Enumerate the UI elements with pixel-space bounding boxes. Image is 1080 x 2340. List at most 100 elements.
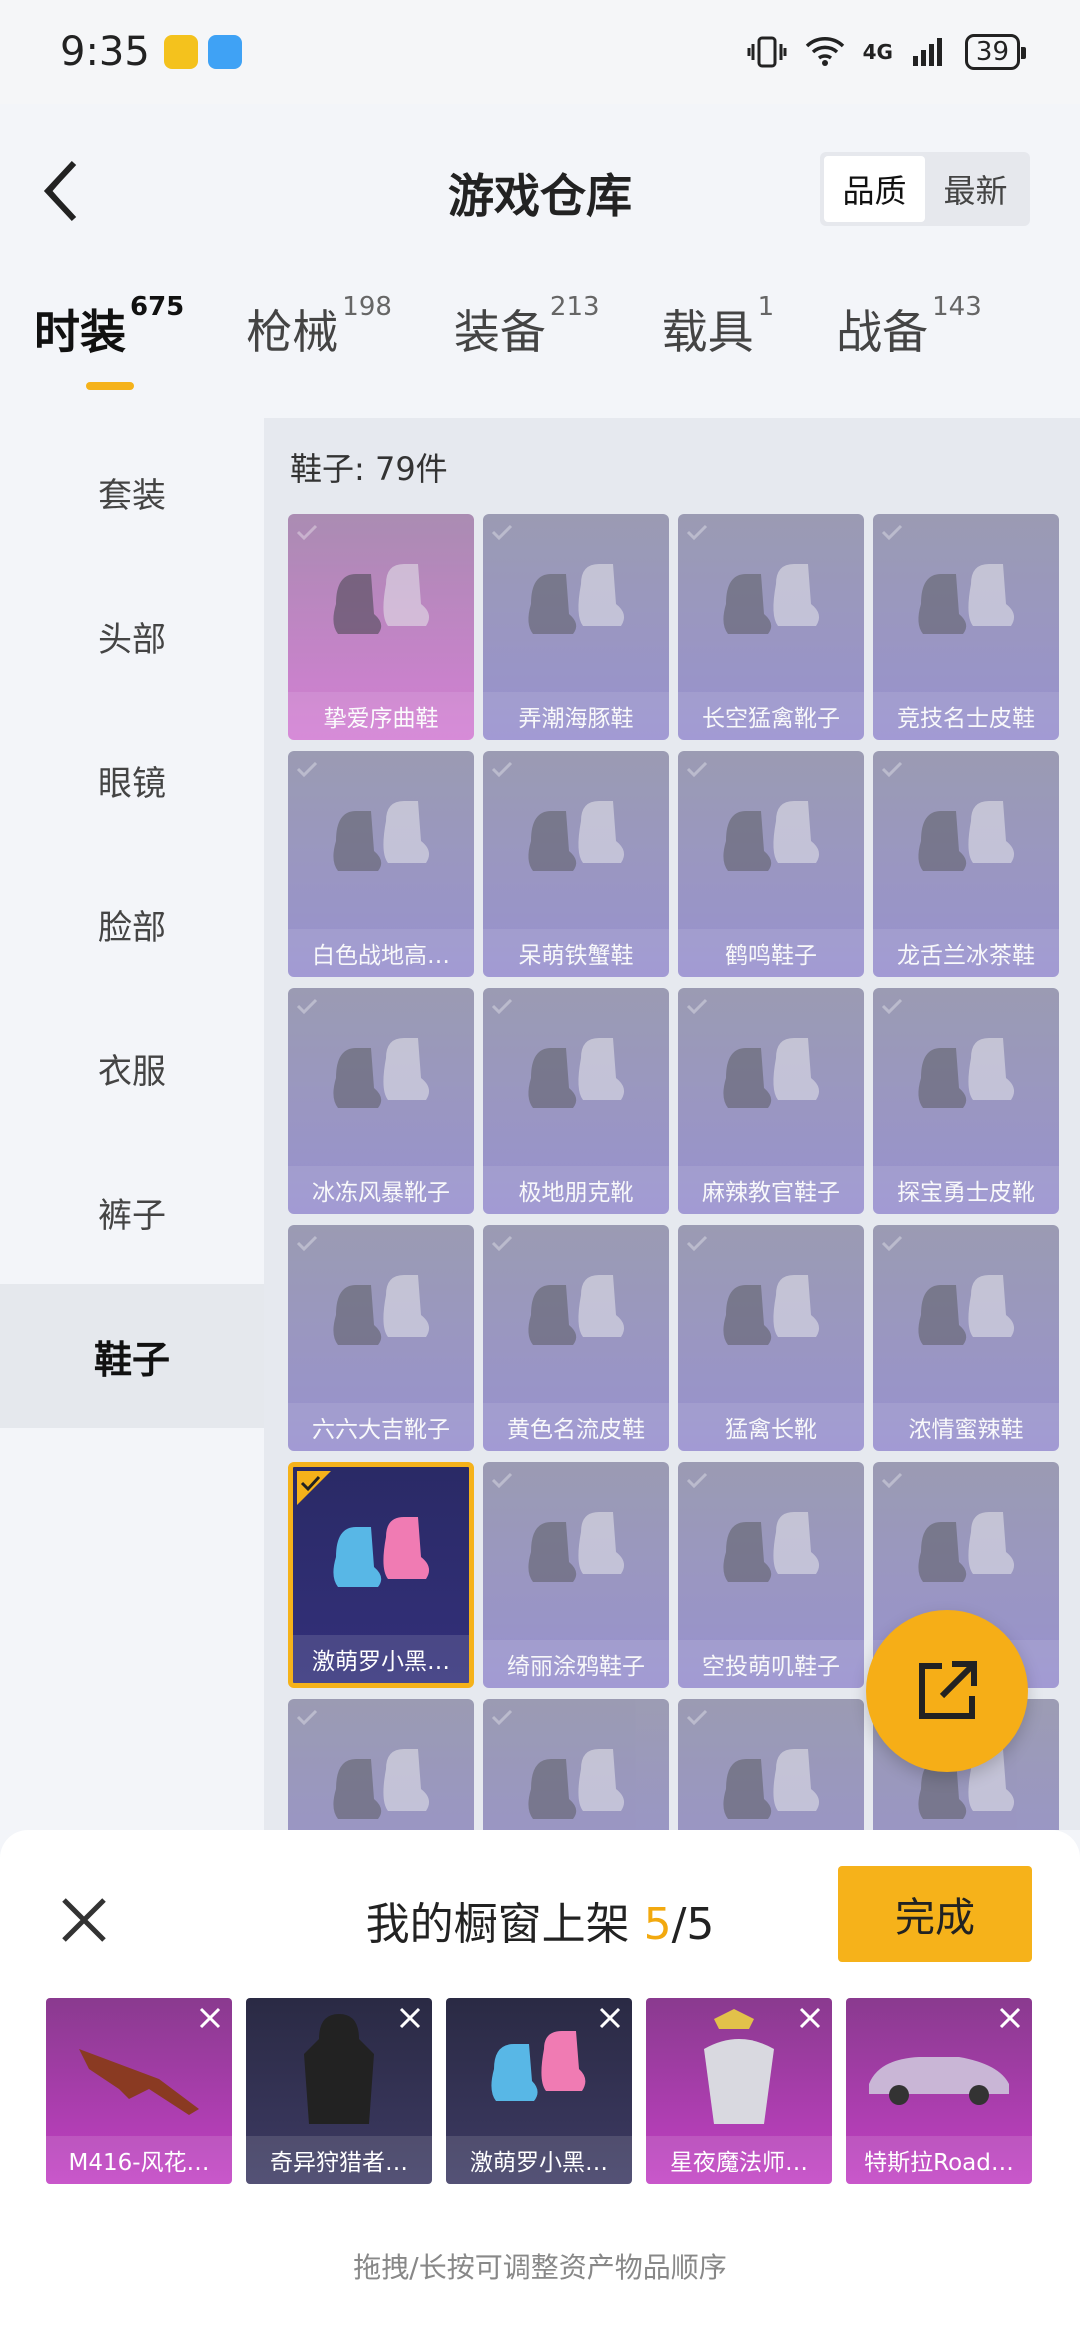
item-card[interactable]: 极地朋克靴 (483, 988, 669, 1214)
item-card[interactable]: 麻辣教官鞋子 (678, 988, 864, 1214)
shoe-icon (873, 1482, 1059, 1632)
item-card[interactable]: 激萌罗小黑… (288, 1462, 474, 1688)
item-name: 绮丽涂鸦鞋子 (483, 1640, 669, 1688)
sub-item-pants[interactable]: 裤子 (0, 1140, 264, 1284)
showcase-item-name: 奇异狩猎者… (246, 2136, 432, 2184)
sub-item-clothes[interactable]: 衣服 (0, 996, 264, 1140)
item-name: 黄色名流皮鞋 (483, 1403, 669, 1451)
status-time: 9:35 (60, 29, 150, 75)
shoe-icon (483, 771, 669, 921)
sub-item-face[interactable]: 脸部 (0, 852, 264, 996)
item-name: 猛禽长靴 (678, 1403, 864, 1451)
item-name: 白色战地高… (288, 929, 474, 977)
tab-count: 143 (932, 292, 982, 322)
item-name: 鹤鸣鞋子 (678, 929, 864, 977)
status-bar: 9:35 4G 39 (0, 0, 1080, 104)
notification-app-icon (163, 35, 198, 69)
sub-item-head[interactable]: 头部 (0, 564, 264, 708)
showcase-sheet: 我的橱窗上架 5/5 完成 M416-风花… 奇异狩猎者… 激萌罗小黑… 星夜魔法师…… (0, 1830, 1080, 2340)
tab-count: 1 (757, 292, 775, 322)
shoe-icon (483, 1719, 669, 1830)
item-card[interactable]: 长空猛禽靴子 (678, 514, 864, 740)
item-name: 长空猛禽靴子 (678, 692, 864, 740)
item-name: 极地朋克靴 (483, 1166, 669, 1214)
shoe-icon (483, 1482, 669, 1632)
tab-combat-supplies[interactable]: 战备 143 (836, 292, 982, 396)
notification-app-icon-2 (207, 35, 242, 69)
item-card[interactable]: 挚爱序曲鞋 (288, 514, 474, 740)
shoe-icon (873, 1008, 1059, 1158)
shoe-icon (678, 1008, 864, 1158)
item-card[interactable] (678, 1699, 864, 1830)
sort-newest-button[interactable]: 最新 (925, 156, 1026, 222)
item-name: 竞技名士皮鞋 (873, 692, 1059, 740)
item-card[interactable]: 浓情蜜辣鞋 (873, 1225, 1059, 1451)
shoe-icon (288, 1008, 474, 1158)
tab-label: 时装 (34, 305, 126, 359)
item-card[interactable] (288, 1699, 474, 1830)
showcase-item-name: 星夜魔法师… (646, 2136, 832, 2184)
sub-item-outfit[interactable]: 套装 (0, 420, 264, 564)
item-name: 六六大吉靴子 (288, 1403, 474, 1451)
sub-item-shoes[interactable]: 鞋子 (0, 1284, 264, 1428)
showcase-item-name: 激萌罗小黑… (446, 2136, 632, 2184)
shoe-icon (678, 1245, 864, 1395)
showcase-item[interactable]: 特斯拉Road… (846, 1998, 1032, 2184)
item-card[interactable]: 猛禽长靴 (678, 1225, 864, 1451)
tab-equipment[interactable]: 装备 213 (453, 292, 600, 396)
item-card[interactable]: 六六大吉靴子 (288, 1225, 474, 1451)
item-card[interactable]: 弄潮海豚鞋 (483, 514, 669, 740)
showcase-item[interactable]: 奇异狩猎者… (246, 1998, 432, 2184)
item-card[interactable]: 冰冻风暴靴子 (288, 988, 474, 1214)
item-card[interactable]: 探宝勇士皮靴 (873, 988, 1059, 1214)
signal-icon (912, 38, 942, 66)
showcase-item[interactable]: 星夜魔法师… (646, 1998, 832, 2184)
vibrate-icon (747, 36, 787, 68)
shoe-icon (678, 534, 864, 684)
character-icon (646, 2004, 832, 2134)
item-card[interactable]: 呆萌铁蟹鞋 (483, 751, 669, 977)
share-export-icon (919, 1661, 977, 1719)
item-name: 探宝勇士皮靴 (873, 1166, 1059, 1214)
tab-guns[interactable]: 枪械 198 (246, 292, 392, 396)
sub-category-nav: 套装 头部 眼镜 脸部 衣服 裤子 鞋子 (0, 420, 264, 1830)
done-button[interactable]: 完成 (838, 1866, 1032, 1962)
tab-fashion[interactable]: 时装 675 (34, 292, 184, 396)
shoe-icon (483, 534, 669, 684)
showcase-shelf: M416-风花… 奇异狩猎者… 激萌罗小黑… 星夜魔法师… 特斯拉Road… (46, 1998, 1046, 2188)
item-card[interactable]: 竞技名士皮鞋 (873, 514, 1059, 740)
sort-quality-button[interactable]: 品质 (824, 156, 925, 222)
item-name: 激萌罗小黑… (293, 1635, 469, 1683)
showcase-item[interactable]: M416-风花… (46, 1998, 232, 2184)
item-name: 呆萌铁蟹鞋 (483, 929, 669, 977)
item-card[interactable]: 黄色名流皮鞋 (483, 1225, 669, 1451)
tab-count: 213 (549, 292, 600, 322)
item-card[interactable]: 绮丽涂鸦鞋子 (483, 1462, 669, 1688)
item-card[interactable] (483, 1699, 669, 1830)
tab-label: 战备 (836, 305, 929, 359)
sub-item-glasses[interactable]: 眼镜 (0, 708, 264, 852)
item-card[interactable]: 空投萌叽鞋子 (678, 1462, 864, 1688)
shoe-icon (446, 2004, 632, 2134)
reorder-hint: 拖拽/长按可调整资产物品顺序 (353, 2251, 727, 2284)
item-name: 龙舌兰冰茶鞋 (873, 929, 1059, 977)
item-name: 麻辣教官鞋子 (678, 1166, 864, 1214)
item-card[interactable]: 鹤鸣鞋子 (678, 751, 864, 977)
battery-level: 39 (975, 37, 1009, 67)
tab-vehicles[interactable]: 载具 1 (662, 292, 775, 396)
tab-count: 198 (342, 292, 392, 322)
battery-icon: 39 (964, 34, 1027, 70)
item-card[interactable]: 龙舌兰冰茶鞋 (873, 751, 1059, 977)
item-card[interactable]: 白色战地高… (288, 751, 474, 977)
shoe-icon (678, 771, 864, 921)
showcase-item-name: M416-风花… (46, 2136, 232, 2184)
shoe-icon (288, 534, 474, 684)
tab-label: 装备 (453, 305, 546, 359)
tab-count: 675 (130, 292, 185, 322)
share-button[interactable] (866, 1610, 1028, 1772)
showcase-item[interactable]: 激萌罗小黑… (446, 1998, 632, 2184)
showcase-title-text: 我的橱窗上架 (365, 1899, 644, 1950)
header: 游戏仓库 品质 最新 (0, 104, 1080, 274)
shoe-icon (288, 1719, 474, 1830)
category-tabs: 时装 675 枪械 198 装备 213 载具 1 战备 143 (0, 292, 1080, 406)
